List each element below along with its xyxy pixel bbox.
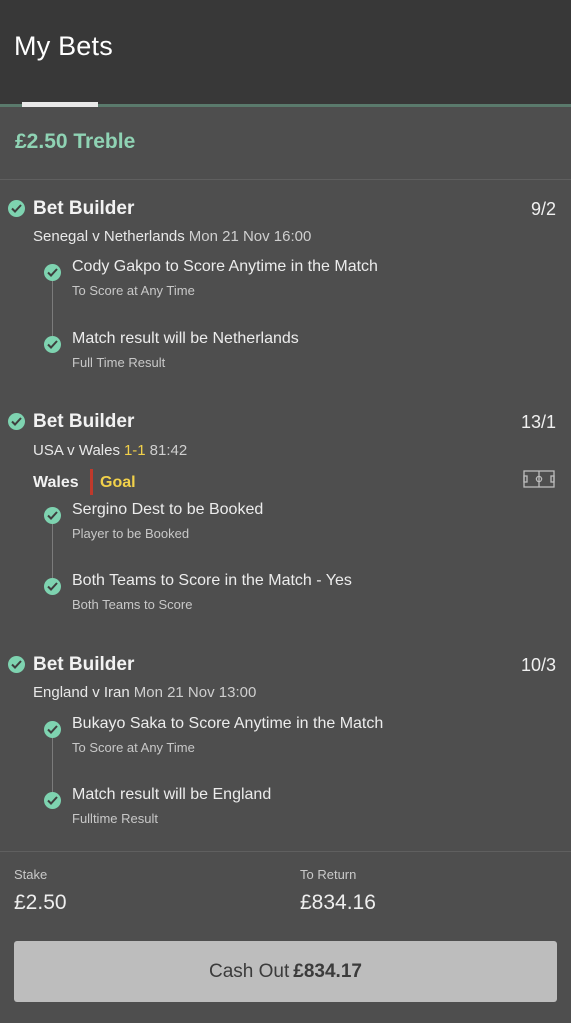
selection-connector [52,519,53,583]
bet-type-label: £2.50 Treble [15,130,136,153]
leg-odds: 13/1 [520,412,556,432]
check-circle-icon [8,200,25,217]
match-clock: 81:42 [149,442,188,459]
match-time: Mon 21 Nov 16:00 [188,228,312,245]
check-circle-icon [8,413,25,430]
match-name: England v Iran [33,684,130,701]
selection-market: Both Teams to Score [72,597,193,612]
divider [0,179,571,180]
selection-name: Match result will be England [72,786,272,803]
leg-title: Bet Builder [33,411,135,432]
stake-label: Stake [14,867,48,882]
cash-out-button[interactable]: Cash Out £834.17 [14,941,557,1002]
match-info[interactable]: Senegal v Netherlands Mon 21 Nov 16:00 [33,228,311,245]
page-title: My Bets [14,31,113,61]
selection-name: Sergino Dest to be Booked [72,501,264,518]
match-info[interactable]: England v Iran Mon 21 Nov 13:00 [33,684,256,701]
match-name: USA v Wales [33,442,120,459]
selection-market: To Score at Any Time [72,740,195,755]
pitch-icon[interactable] [523,470,555,488]
divider [0,851,571,852]
check-circle-icon [44,721,61,738]
selection-connector [52,733,53,797]
selection-market: Fulltime Result [72,811,158,826]
selection-connector [52,276,53,340]
cash-out-label: Cash Out [209,961,290,982]
leg-odds: 9/2 [530,199,556,219]
match-name: Senegal v Netherlands [33,228,185,245]
app-header: My Bets [0,0,571,104]
return-value: £834.16 [300,891,376,914]
cash-out-amount: £834.17 [293,961,362,982]
check-circle-icon [44,578,61,595]
selection-market: Full Time Result [72,355,166,370]
goal-marker [90,469,93,495]
leg-title: Bet Builder [33,198,135,219]
leg-odds: 10/3 [520,655,556,675]
selection-market: To Score at Any Time [72,283,195,298]
check-circle-icon [44,336,61,353]
active-tab-indicator[interactable] [22,102,98,107]
check-circle-icon [44,507,61,524]
return-label: To Return [300,867,357,882]
check-circle-icon [8,656,25,673]
selection-market: Player to be Booked [72,526,190,541]
selection-name: Bukayo Saka to Score Anytime in the Matc… [72,715,384,732]
match-info[interactable]: USA v Wales 1-1 81:42 [33,442,187,459]
stake-value: £2.50 [14,891,67,914]
selection-name: Both Teams to Score in the Match - Yes [72,572,352,589]
leg-title: Bet Builder [33,654,135,675]
live-score: 1-1 [123,442,146,459]
match-time: Mon 21 Nov 13:00 [133,684,257,701]
selection-name: Cody Gakpo to Score Anytime in the Match [72,258,378,275]
event-type: Goal [100,474,136,491]
selection-name: Match result will be Netherlands [72,330,299,347]
check-circle-icon [44,792,61,809]
check-circle-icon [44,264,61,281]
event-team: Wales [33,474,79,491]
